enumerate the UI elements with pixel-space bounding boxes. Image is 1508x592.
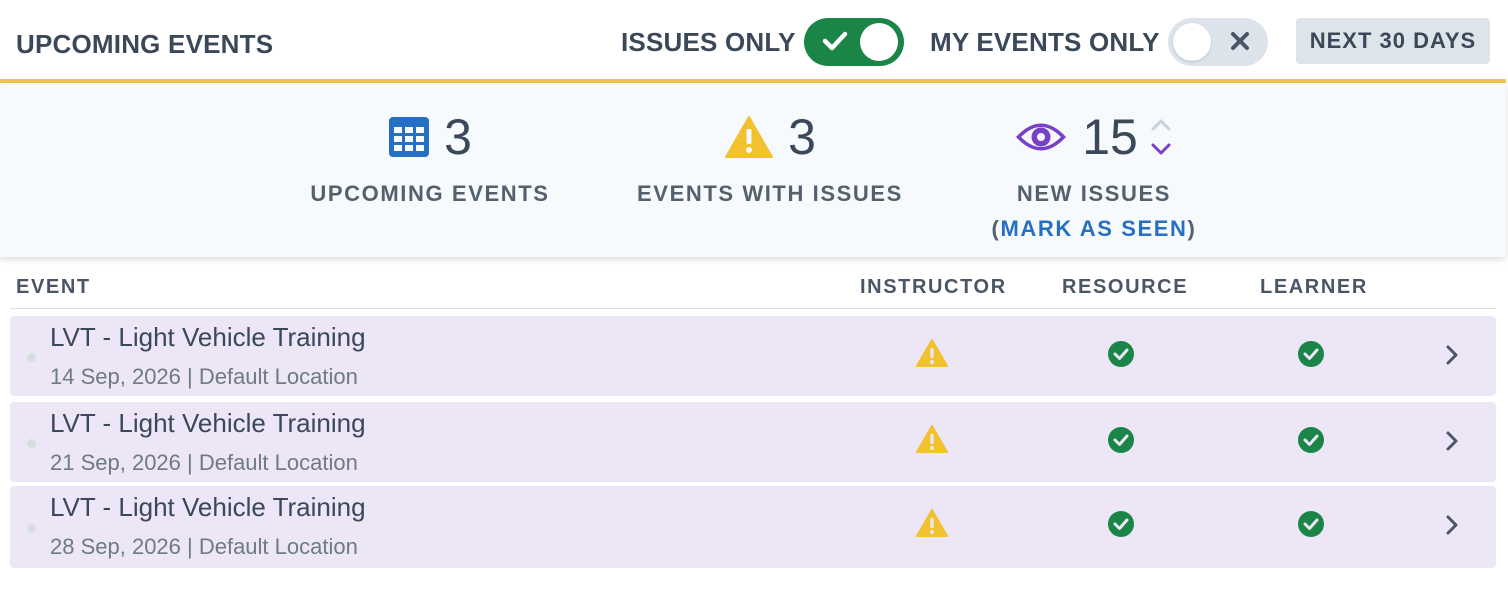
mark-as-seen-wrapper: (MARK AS SEEN) — [974, 216, 1214, 242]
stats-panel: 3 UPCOMING EVENTS 3 EVENTS WITH ISSUES 1… — [0, 83, 1506, 257]
page-title: UPCOMING EVENTS — [16, 29, 274, 59]
next-30-days-button[interactable]: NEXT 30 DAYS — [1296, 18, 1490, 64]
close-icon — [1230, 32, 1249, 50]
instructor-warning-icon — [916, 339, 948, 367]
upcoming-events-label: UPCOMING EVENTS — [310, 181, 550, 206]
stat-events-with-issues: 3 EVENTS WITH ISSUES — [620, 107, 920, 207]
chevron-right-icon[interactable] — [1444, 430, 1460, 452]
resource-check-icon — [1108, 427, 1134, 453]
column-header-learner[interactable]: LEARNER — [1260, 276, 1368, 299]
issues-only-switch[interactable] — [803, 18, 904, 66]
mark-as-seen-link[interactable]: MARK AS SEEN — [1000, 216, 1187, 241]
new-issues-count: 15 — [1082, 109, 1138, 165]
event-title[interactable]: LVT - Light Vehicle Training — [50, 408, 366, 439]
eye-icon — [1016, 123, 1067, 151]
event-details: 28 Sep, 2026 | Default Location — [50, 534, 358, 559]
header-bar: UPCOMING EVENTS ISSUES ONLY MY EVENTS ON… — [0, 0, 1508, 82]
new-issues-label: NEW ISSUES — [1016, 181, 1172, 206]
column-header-resource[interactable]: RESOURCE — [1062, 276, 1188, 299]
event-title[interactable]: LVT - Light Vehicle Training — [50, 492, 366, 523]
table-row[interactable]: LVT - Light Vehicle Training 28 Sep, 202… — [10, 486, 1496, 568]
events-with-issues-count: 3 — [788, 109, 816, 165]
column-header-instructor[interactable]: INSTRUCTOR — [860, 276, 1007, 299]
sort-icon[interactable] — [1148, 113, 1174, 161]
event-details: 21 Sep, 2026 | Default Location — [50, 450, 358, 475]
column-header-event[interactable]: EVENT — [16, 276, 91, 299]
stat-new-issues: 15 NEW ISSUES (MARK AS SEEN) — [974, 107, 1214, 242]
calendar-icon — [389, 117, 430, 157]
check-icon — [822, 31, 847, 51]
my-events-only-label: MY EVENTS ONLY — [930, 26, 1160, 57]
my-events-only-switch[interactable] — [1167, 18, 1268, 66]
status-dot — [27, 524, 36, 533]
upcoming-events-count: 3 — [444, 109, 472, 165]
status-dot — [27, 439, 36, 448]
instructor-warning-icon — [916, 509, 948, 537]
switch-knob — [1172, 23, 1211, 61]
stat-upcoming-events: 3 UPCOMING EVENTS — [300, 107, 560, 207]
learner-check-icon — [1298, 511, 1324, 537]
learner-check-icon — [1298, 341, 1324, 367]
header-divider-line — [10, 308, 1496, 309]
resource-check-icon — [1108, 341, 1134, 367]
table-row[interactable]: LVT - Light Vehicle Training 21 Sep, 202… — [10, 402, 1496, 482]
resource-check-icon — [1108, 511, 1134, 537]
event-title[interactable]: LVT - Light Vehicle Training — [50, 322, 366, 353]
status-dot — [27, 353, 36, 362]
issues-only-label: ISSUES ONLY — [621, 26, 796, 57]
warning-icon — [725, 116, 774, 158]
chevron-right-icon[interactable] — [1444, 514, 1460, 536]
table-row[interactable]: LVT - Light Vehicle Training 14 Sep, 202… — [10, 316, 1496, 396]
switch-knob — [859, 23, 898, 61]
paren-close: ) — [1187, 216, 1197, 241]
chevron-right-icon[interactable] — [1444, 344, 1460, 366]
event-details: 14 Sep, 2026 | Default Location — [50, 364, 358, 389]
learner-check-icon — [1298, 427, 1324, 453]
instructor-warning-icon — [916, 425, 948, 453]
my-events-only-toggle-group: MY EVENTS ONLY — [930, 18, 1268, 66]
issues-only-toggle-group: ISSUES ONLY — [621, 18, 904, 66]
events-with-issues-label: EVENTS WITH ISSUES — [637, 181, 903, 206]
